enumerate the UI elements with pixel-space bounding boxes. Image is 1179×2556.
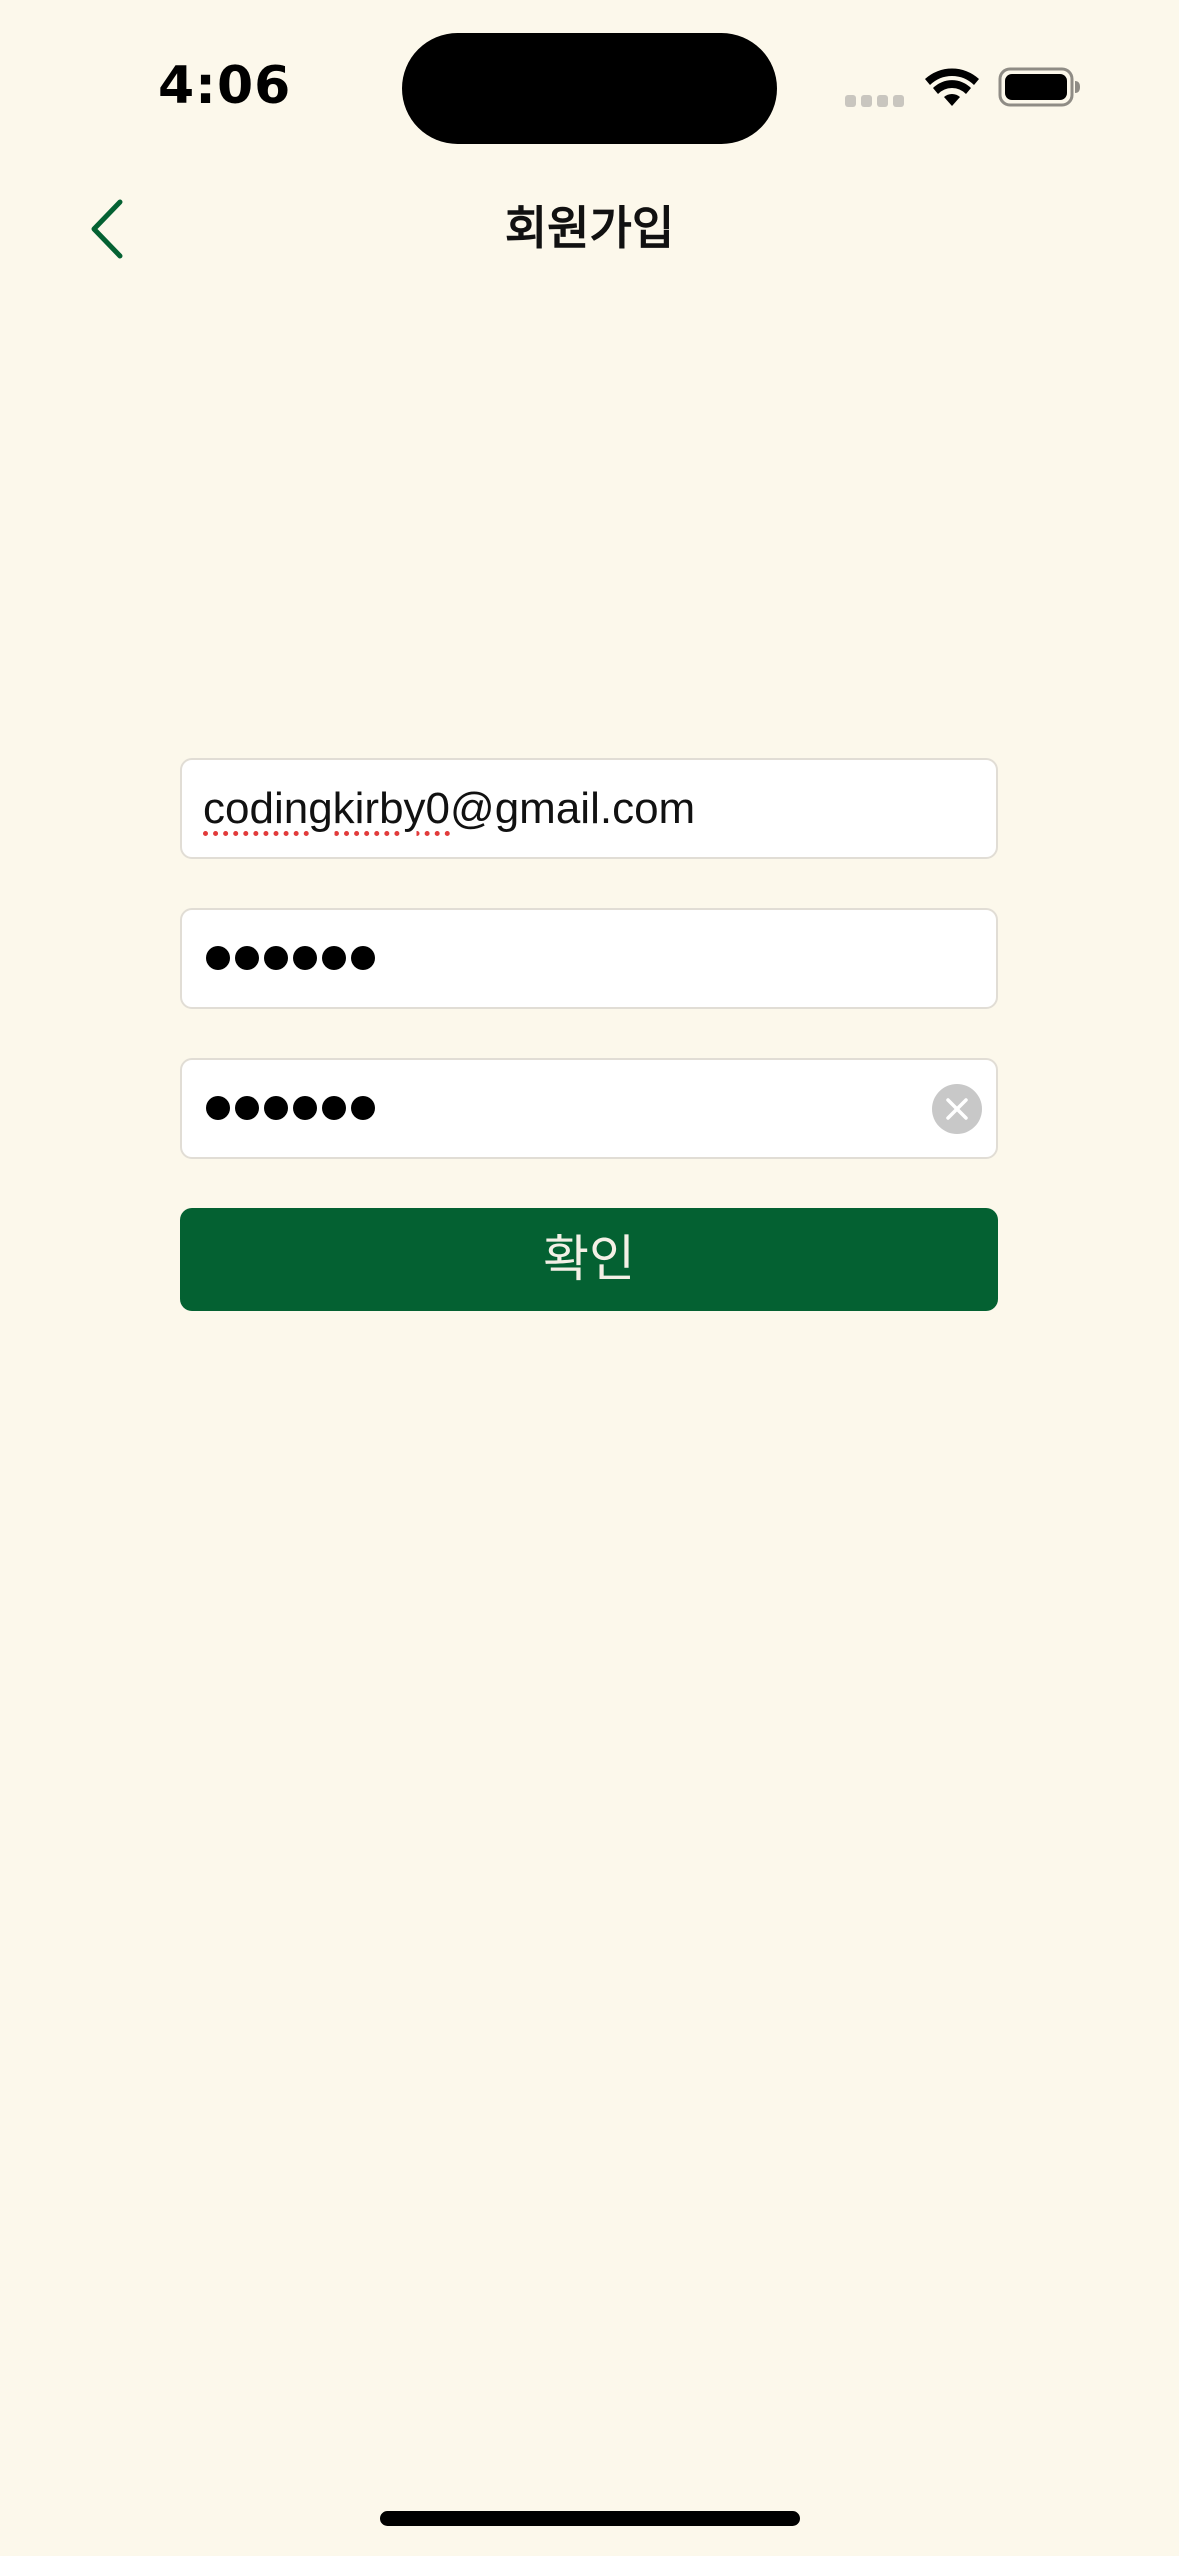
status-time: 4:06	[158, 56, 292, 116]
clear-button[interactable]	[932, 1084, 982, 1134]
confirm-button[interactable]: 확인	[180, 1208, 998, 1311]
password-mask	[206, 946, 380, 972]
email-domain-part: @gmail.com	[450, 784, 696, 833]
email-value: codingkirby0@gmail.com	[203, 784, 695, 834]
battery-icon	[998, 67, 1080, 107]
clear-circle-icon	[946, 1098, 968, 1120]
password-confirm-mask	[206, 1096, 380, 1122]
password-field[interactable]	[180, 908, 998, 1009]
password-confirm-field[interactable]	[180, 1058, 998, 1159]
dynamic-island	[402, 33, 777, 144]
signal-icon	[845, 95, 905, 107]
home-indicator[interactable]	[380, 2511, 800, 2526]
page-title: 회원가입	[504, 201, 675, 255]
wifi-icon	[925, 68, 979, 106]
email-misspelled-part: codingkirby0	[203, 784, 451, 833]
email-field[interactable]: codingkirby0@gmail.com	[180, 758, 998, 859]
